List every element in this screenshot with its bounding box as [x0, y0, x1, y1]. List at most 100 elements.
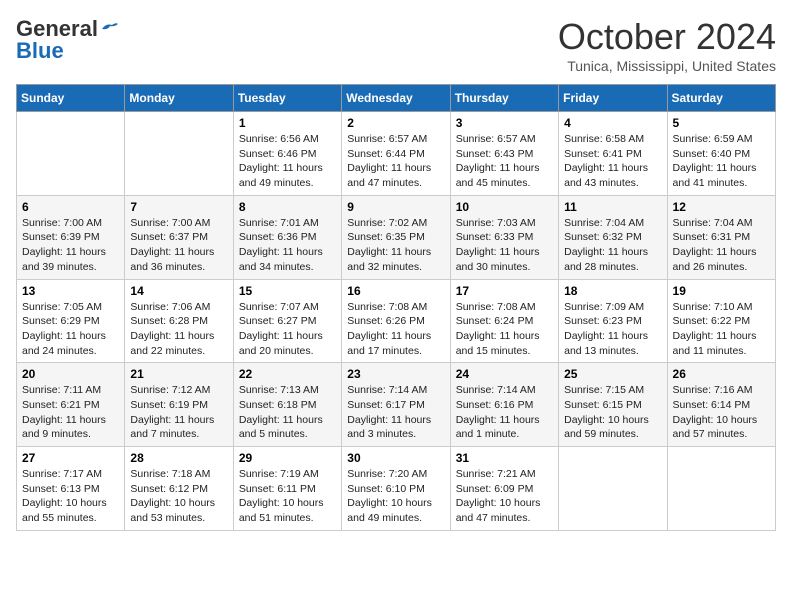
- day-info: Sunrise: 7:05 AM Sunset: 6:29 PM Dayligh…: [22, 300, 119, 359]
- day-info: Sunrise: 7:14 AM Sunset: 6:17 PM Dayligh…: [347, 383, 444, 442]
- day-number: 6: [22, 200, 119, 214]
- day-number: 5: [673, 116, 770, 130]
- day-info: Sunrise: 7:07 AM Sunset: 6:27 PM Dayligh…: [239, 300, 336, 359]
- month-title: October 2024: [558, 16, 776, 58]
- day-info: Sunrise: 6:57 AM Sunset: 6:44 PM Dayligh…: [347, 132, 444, 191]
- logo: General Blue: [16, 16, 118, 64]
- calendar-table: SundayMondayTuesdayWednesdayThursdayFrid…: [16, 84, 776, 531]
- day-info: Sunrise: 7:17 AM Sunset: 6:13 PM Dayligh…: [22, 467, 119, 526]
- calendar-cell: 11 Sunrise: 7:04 AM Sunset: 6:32 PM Dayli…: [559, 195, 667, 279]
- day-number: 31: [456, 451, 553, 465]
- calendar-cell: 7 Sunrise: 7:00 AM Sunset: 6:37 PM Daylig…: [125, 195, 233, 279]
- calendar-cell: 8 Sunrise: 7:01 AM Sunset: 6:36 PM Daylig…: [233, 195, 341, 279]
- calendar-cell: [17, 112, 125, 196]
- logo-blue: Blue: [16, 38, 64, 64]
- calendar-cell: 28 Sunrise: 7:18 AM Sunset: 6:12 PM Dayli…: [125, 447, 233, 531]
- calendar-cell: 9Sunrise: 7:02 AM Sunset: 6:35 PM Daylig…: [342, 195, 450, 279]
- day-info: Sunrise: 7:00 AM Sunset: 6:37 PM Dayligh…: [130, 216, 227, 275]
- day-number: 15: [239, 284, 336, 298]
- day-info: Sunrise: 6:58 AM Sunset: 6:41 PM Dayligh…: [564, 132, 661, 191]
- day-number: 13: [22, 284, 119, 298]
- calendar-cell: 26Sunrise: 7:16 AM Sunset: 6:14 PM Dayli…: [667, 363, 775, 447]
- calendar-cell: 23 Sunrise: 7:14 AM Sunset: 6:17 PM Dayli…: [342, 363, 450, 447]
- calendar-cell: 29 Sunrise: 7:19 AM Sunset: 6:11 PM Dayli…: [233, 447, 341, 531]
- calendar-cell: 4 Sunrise: 6:58 AM Sunset: 6:41 PM Daylig…: [559, 112, 667, 196]
- calendar-cell: 19 Sunrise: 7:10 AM Sunset: 6:22 PM Dayli…: [667, 279, 775, 363]
- day-number: 19: [673, 284, 770, 298]
- day-number: 8: [239, 200, 336, 214]
- col-header-sunday: Sunday: [17, 85, 125, 112]
- col-header-wednesday: Wednesday: [342, 85, 450, 112]
- day-info: Sunrise: 7:03 AM Sunset: 6:33 PM Dayligh…: [456, 216, 553, 275]
- calendar-cell: 27 Sunrise: 7:17 AM Sunset: 6:13 PM Dayli…: [17, 447, 125, 531]
- day-info: Sunrise: 7:16 AM Sunset: 6:14 PM Dayligh…: [673, 383, 770, 442]
- day-info: Sunrise: 7:09 AM Sunset: 6:23 PM Dayligh…: [564, 300, 661, 359]
- calendar-cell: [559, 447, 667, 531]
- day-number: 27: [22, 451, 119, 465]
- title-block: October 2024 Tunica, Mississippi, United…: [558, 16, 776, 74]
- day-info: Sunrise: 7:01 AM Sunset: 6:36 PM Dayligh…: [239, 216, 336, 275]
- calendar-cell: 1 Sunrise: 6:56 AM Sunset: 6:46 PM Daylig…: [233, 112, 341, 196]
- calendar-cell: 16Sunrise: 7:08 AM Sunset: 6:26 PM Dayli…: [342, 279, 450, 363]
- calendar-cell: 6 Sunrise: 7:00 AM Sunset: 6:39 PM Daylig…: [17, 195, 125, 279]
- day-info: Sunrise: 6:56 AM Sunset: 6:46 PM Dayligh…: [239, 132, 336, 191]
- calendar-cell: 12 Sunrise: 7:04 AM Sunset: 6:31 PM Dayli…: [667, 195, 775, 279]
- day-info: Sunrise: 7:10 AM Sunset: 6:22 PM Dayligh…: [673, 300, 770, 359]
- day-info: Sunrise: 7:08 AM Sunset: 6:26 PM Dayligh…: [347, 300, 444, 359]
- day-info: Sunrise: 6:57 AM Sunset: 6:43 PM Dayligh…: [456, 132, 553, 191]
- calendar-cell: [125, 112, 233, 196]
- day-number: 23: [347, 367, 444, 381]
- day-number: 21: [130, 367, 227, 381]
- day-number: 7: [130, 200, 227, 214]
- logo-bird-icon: [100, 21, 118, 35]
- day-number: 2: [347, 116, 444, 130]
- col-header-saturday: Saturday: [667, 85, 775, 112]
- day-number: 1: [239, 116, 336, 130]
- day-info: Sunrise: 7:11 AM Sunset: 6:21 PM Dayligh…: [22, 383, 119, 442]
- day-info: Sunrise: 7:04 AM Sunset: 6:31 PM Dayligh…: [673, 216, 770, 275]
- day-info: Sunrise: 7:06 AM Sunset: 6:28 PM Dayligh…: [130, 300, 227, 359]
- day-info: Sunrise: 7:18 AM Sunset: 6:12 PM Dayligh…: [130, 467, 227, 526]
- day-number: 9: [347, 200, 444, 214]
- col-header-monday: Monday: [125, 85, 233, 112]
- day-number: 3: [456, 116, 553, 130]
- day-info: Sunrise: 7:15 AM Sunset: 6:15 PM Dayligh…: [564, 383, 661, 442]
- day-number: 30: [347, 451, 444, 465]
- day-info: Sunrise: 7:04 AM Sunset: 6:32 PM Dayligh…: [564, 216, 661, 275]
- calendar-cell: 13 Sunrise: 7:05 AM Sunset: 6:29 PM Dayli…: [17, 279, 125, 363]
- calendar-cell: 17Sunrise: 7:08 AM Sunset: 6:24 PM Dayli…: [450, 279, 558, 363]
- calendar-cell: 5Sunrise: 6:59 AM Sunset: 6:40 PM Daylig…: [667, 112, 775, 196]
- day-info: Sunrise: 7:08 AM Sunset: 6:24 PM Dayligh…: [456, 300, 553, 359]
- day-info: Sunrise: 7:20 AM Sunset: 6:10 PM Dayligh…: [347, 467, 444, 526]
- calendar-cell: 30 Sunrise: 7:20 AM Sunset: 6:10 PM Dayli…: [342, 447, 450, 531]
- day-info: Sunrise: 7:19 AM Sunset: 6:11 PM Dayligh…: [239, 467, 336, 526]
- calendar-cell: 22 Sunrise: 7:13 AM Sunset: 6:18 PM Dayli…: [233, 363, 341, 447]
- day-number: 29: [239, 451, 336, 465]
- calendar-cell: 31 Sunrise: 7:21 AM Sunset: 6:09 PM Dayli…: [450, 447, 558, 531]
- day-number: 11: [564, 200, 661, 214]
- day-number: 22: [239, 367, 336, 381]
- col-header-thursday: Thursday: [450, 85, 558, 112]
- calendar-cell: 20Sunrise: 7:11 AM Sunset: 6:21 PM Dayli…: [17, 363, 125, 447]
- day-info: Sunrise: 7:12 AM Sunset: 6:19 PM Dayligh…: [130, 383, 227, 442]
- day-info: Sunrise: 7:00 AM Sunset: 6:39 PM Dayligh…: [22, 216, 119, 275]
- day-number: 18: [564, 284, 661, 298]
- day-number: 28: [130, 451, 227, 465]
- day-info: Sunrise: 7:21 AM Sunset: 6:09 PM Dayligh…: [456, 467, 553, 526]
- day-number: 14: [130, 284, 227, 298]
- location: Tunica, Mississippi, United States: [558, 58, 776, 74]
- day-number: 25: [564, 367, 661, 381]
- day-info: Sunrise: 7:13 AM Sunset: 6:18 PM Dayligh…: [239, 383, 336, 442]
- calendar-cell: 3 Sunrise: 6:57 AM Sunset: 6:43 PM Daylig…: [450, 112, 558, 196]
- calendar-cell: 25 Sunrise: 7:15 AM Sunset: 6:15 PM Dayli…: [559, 363, 667, 447]
- calendar-cell: 15 Sunrise: 7:07 AM Sunset: 6:27 PM Dayli…: [233, 279, 341, 363]
- calendar-cell: 10Sunrise: 7:03 AM Sunset: 6:33 PM Dayli…: [450, 195, 558, 279]
- col-header-friday: Friday: [559, 85, 667, 112]
- calendar-cell: 18 Sunrise: 7:09 AM Sunset: 6:23 PM Dayli…: [559, 279, 667, 363]
- calendar-cell: [667, 447, 775, 531]
- page-header: General Blue October 2024 Tunica, Missis…: [16, 16, 776, 74]
- day-number: 4: [564, 116, 661, 130]
- calendar-cell: 14 Sunrise: 7:06 AM Sunset: 6:28 PM Dayli…: [125, 279, 233, 363]
- day-number: 24: [456, 367, 553, 381]
- day-number: 12: [673, 200, 770, 214]
